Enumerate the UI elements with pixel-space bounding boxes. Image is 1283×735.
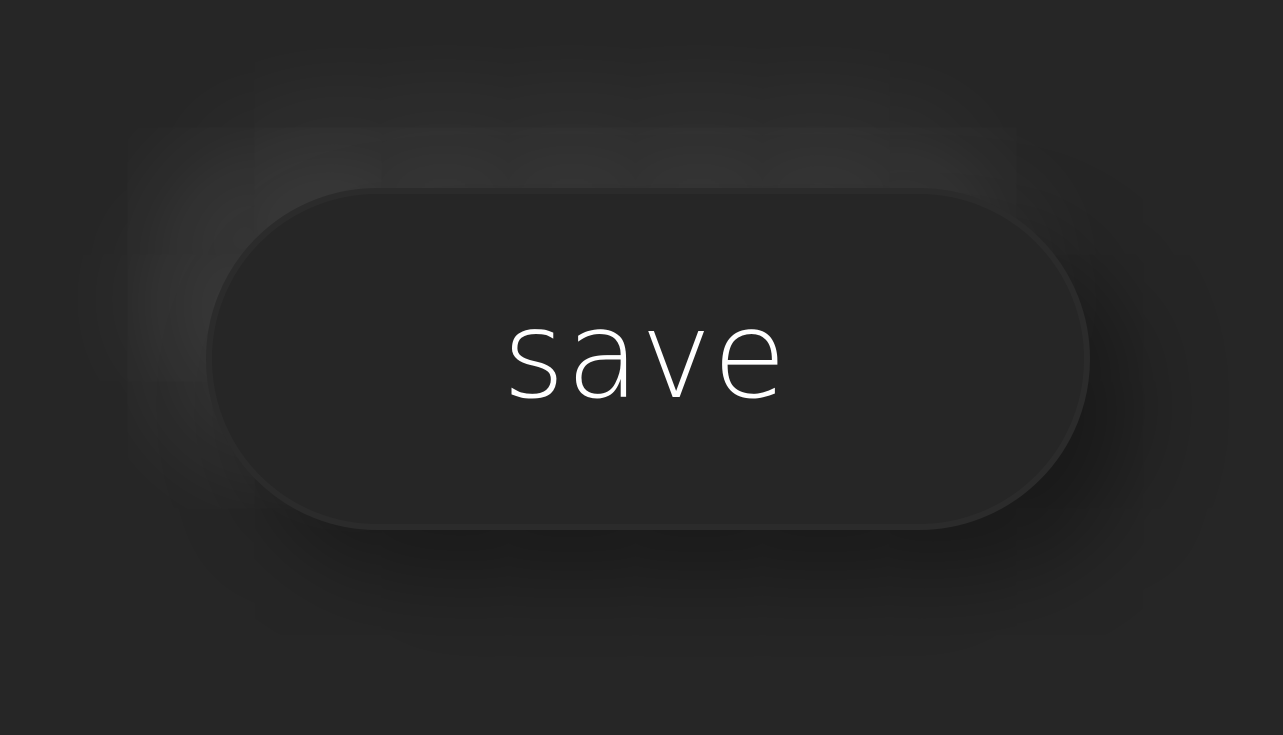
save-button-label: save [502, 287, 788, 426]
save-button[interactable]: save [206, 188, 1090, 530]
page-background: save [0, 0, 1283, 735]
